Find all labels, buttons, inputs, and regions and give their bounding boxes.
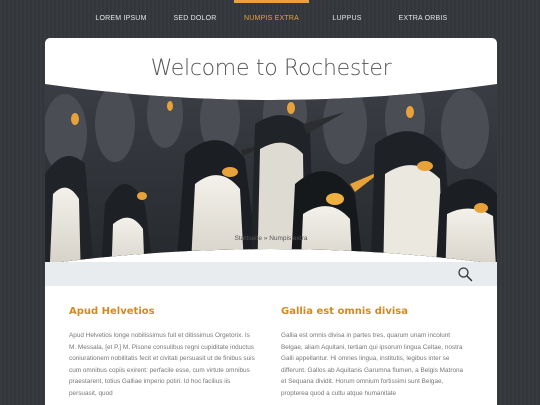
page-title: Welcome to Rochester bbox=[150, 56, 392, 81]
main-nav: LOREM IPSUM SED DOLOR NUMPIS EXTRA LUPPU… bbox=[0, 0, 540, 60]
breadcrumb-separator: » bbox=[263, 235, 268, 242]
content-column-left: Apud Helvetios Apud Helvetios longe nobi… bbox=[69, 306, 255, 400]
breadcrumb-home-link[interactable]: Startseite bbox=[234, 235, 261, 242]
column-text: Gallia est omnis divisa in partes tres, … bbox=[281, 332, 464, 397]
nav-item-lorem-ipsum[interactable]: LOREM IPSUM bbox=[95, 0, 147, 38]
content-column-right: Gallia est omnis divisa Gallia est omnis… bbox=[281, 306, 467, 400]
nav-item-extra-orbis[interactable]: EXTRA ORBIS bbox=[398, 0, 448, 38]
breadcrumb: Startseite » Numpis extra bbox=[45, 235, 497, 242]
search-bar bbox=[45, 262, 497, 286]
search-icon[interactable] bbox=[457, 266, 473, 282]
breadcrumb-current: Numpis extra bbox=[269, 235, 308, 242]
nav-item-luppus-extra[interactable]: LUPPUS EXTRA bbox=[320, 0, 374, 60]
hero-image-penguins bbox=[45, 84, 497, 264]
nav-item-sed-dolor[interactable]: SED DOLOR bbox=[170, 0, 220, 38]
content-card: Welcome to Rochester Startseite » Numpis… bbox=[45, 38, 497, 405]
column-text: Apud Helvetios longe nobilissimus fuit e… bbox=[69, 332, 255, 397]
column-heading: Gallia est omnis divisa bbox=[281, 306, 408, 317]
column-heading: Apud Helvetios bbox=[69, 306, 155, 317]
nav-item-numpis-extra[interactable]: NUMPIS EXTRA bbox=[234, 0, 309, 38]
